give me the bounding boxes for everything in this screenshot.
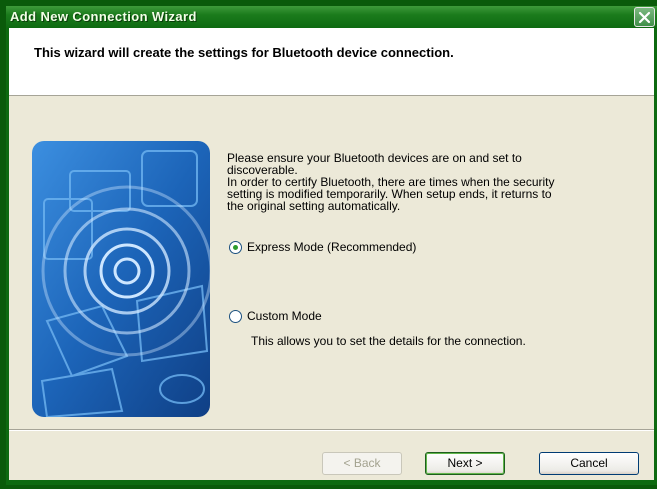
- description-line: the original setting automatically.: [227, 199, 401, 213]
- next-button[interactable]: Next >: [425, 452, 505, 475]
- close-button[interactable]: [634, 7, 655, 27]
- custom-mode-radio[interactable]: [229, 309, 242, 323]
- wizard-body: Please ensure your Bluetooth devices are…: [9, 95, 654, 480]
- description-text: Please ensure your Bluetooth devices are…: [227, 152, 627, 212]
- custom-mode-option[interactable]: Custom Mode: [229, 309, 322, 323]
- express-mode-radio[interactable]: [229, 240, 242, 254]
- express-mode-label: Express Mode (Recommended): [247, 240, 417, 254]
- express-mode-option[interactable]: Express Mode (Recommended): [229, 240, 416, 254]
- custom-mode-label: Custom Mode: [247, 309, 322, 323]
- title-bar[interactable]: Add New Connection Wizard: [6, 6, 657, 28]
- window-title: Add New Connection Wizard: [10, 9, 197, 24]
- wizard-window: Add New Connection Wizard This wizard wi…: [6, 6, 657, 485]
- close-icon: [638, 11, 651, 24]
- back-button[interactable]: < Back: [322, 452, 402, 475]
- header-text: This wizard will create the settings for…: [34, 45, 454, 60]
- wizard-header: This wizard will create the settings for…: [9, 28, 654, 95]
- cancel-button[interactable]: Cancel: [539, 452, 639, 475]
- bluetooth-illustration: [32, 141, 210, 417]
- custom-mode-description: This allows you to set the details for t…: [251, 334, 526, 348]
- footer-divider: [9, 429, 654, 431]
